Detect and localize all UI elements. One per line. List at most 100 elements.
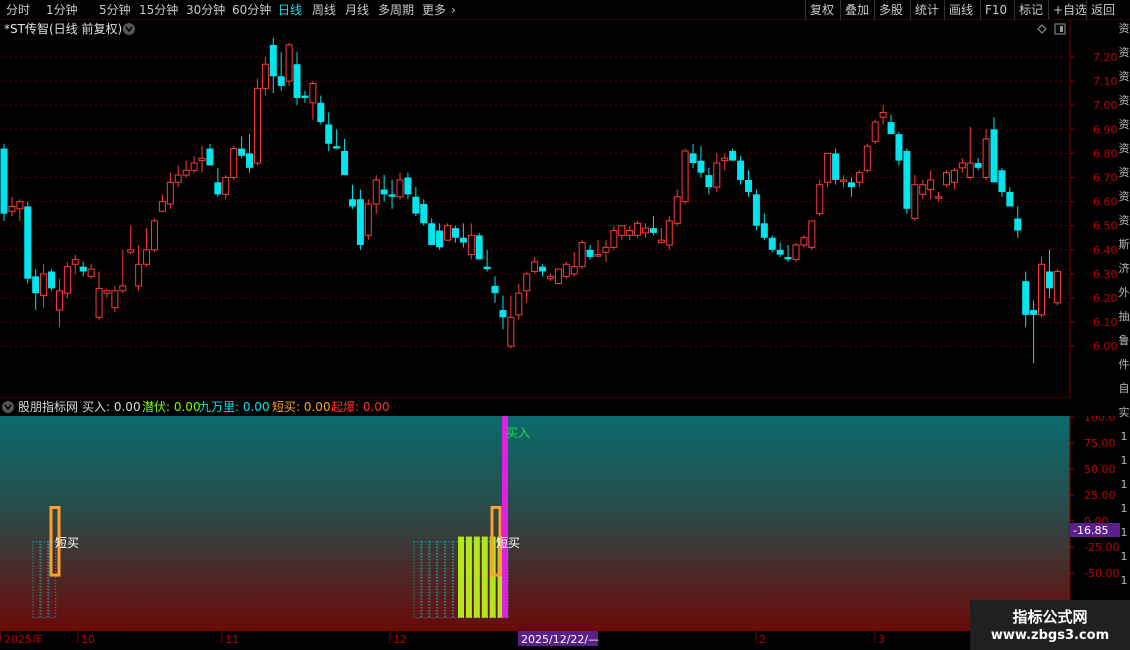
candle[interactable] — [903, 148, 911, 214]
side-strip-char: 资 — [1118, 190, 1130, 203]
candle[interactable] — [253, 78, 261, 166]
candle[interactable] — [634, 220, 642, 238]
chevron-right-icon[interactable]: › — [451, 2, 456, 18]
draw-line-button[interactable]: 画线 — [944, 0, 977, 20]
f10-button[interactable]: F10 — [980, 0, 1011, 20]
candle-body — [333, 146, 341, 149]
multi-stock-button[interactable]: 多股 — [874, 0, 907, 20]
candlestick-chart[interactable]: 7.20 7.10 7.00 6.90 6.80 6.70 6.60 6.50 6.40 6.30… — [0, 20, 1130, 397]
candle[interactable] — [230, 146, 238, 180]
candle-body — [222, 177, 230, 195]
side-strip-char: 1 — [1120, 574, 1128, 587]
side-strip-char: 鲁 — [1118, 334, 1130, 347]
candle-body — [673, 196, 681, 224]
period-tab-5min[interactable]: 5分钟 — [99, 2, 131, 18]
candle[interactable] — [24, 201, 32, 284]
side-strip-char: 1 — [1120, 550, 1128, 563]
candle[interactable] — [816, 179, 824, 217]
candle[interactable] — [562, 261, 570, 279]
candle[interactable] — [48, 269, 56, 291]
candle-body — [475, 235, 483, 260]
date-axis: 2025年 10 11 12 2025/12/22/— 2 3 — [0, 630, 1130, 650]
candle[interactable] — [752, 189, 760, 231]
candle[interactable] — [768, 235, 776, 253]
date-label-nov: 11 — [225, 633, 239, 646]
candle-body — [776, 249, 784, 255]
candle[interactable] — [824, 152, 832, 188]
period-tab-multi[interactable]: 多周期 — [378, 2, 414, 18]
candle-body — [634, 222, 642, 236]
candle-body — [166, 181, 174, 205]
candle[interactable] — [808, 220, 816, 250]
candle-body — [570, 266, 578, 275]
candle-body — [768, 237, 776, 250]
candle[interactable] — [792, 242, 800, 262]
period-tab-60min[interactable]: 60分钟 — [232, 2, 271, 18]
candle-body — [602, 246, 610, 253]
candle-body — [95, 287, 103, 318]
candle-body — [1014, 218, 1022, 231]
candle-body — [119, 285, 127, 292]
price-tick-label: 7.20 — [1093, 51, 1118, 64]
candle[interactable] — [863, 143, 871, 173]
indicator-dropdown-icon[interactable] — [2, 401, 14, 413]
candle-body — [847, 182, 855, 188]
price-tick-label: 7.00 — [1093, 99, 1118, 112]
candle-body — [1022, 281, 1030, 315]
candle[interactable] — [578, 240, 586, 270]
candle-body — [143, 249, 151, 265]
title-dropdown-icon[interactable] — [123, 23, 135, 35]
candle[interactable] — [0, 143, 8, 221]
side-strip-char: 资 — [1118, 214, 1130, 227]
period-tab-fenshi[interactable]: 分时 — [6, 2, 30, 18]
side-strip-char: 抽 — [1118, 310, 1130, 323]
period-tab-15min[interactable]: 15分钟 — [139, 2, 178, 18]
candle[interactable] — [871, 119, 879, 144]
watermark-title: 指标公式网 — [1012, 608, 1088, 626]
candle-body — [737, 160, 745, 180]
candle[interactable] — [475, 232, 483, 260]
period-tab-daily[interactable]: 日线 — [278, 2, 302, 18]
candle[interactable] — [150, 218, 158, 253]
candle[interactable] — [364, 199, 372, 241]
period-tab-more[interactable]: 更多 — [422, 2, 446, 18]
candle[interactable] — [1038, 257, 1046, 318]
candle[interactable] — [942, 170, 950, 188]
candle-body — [871, 121, 879, 142]
candle-body — [246, 153, 254, 168]
candle-body — [499, 310, 507, 318]
indicator-panel[interactable]: 100.0 75.00 50.00 25.00 0.00 -25.00 -50.00 -16… — [0, 411, 1130, 630]
candle-body — [586, 249, 594, 258]
candle[interactable] — [681, 148, 689, 205]
candle[interactable] — [895, 131, 903, 166]
period-tab-1min[interactable]: 1分钟 — [46, 2, 78, 18]
candle-body — [523, 273, 531, 292]
candle[interactable] — [1053, 269, 1061, 306]
candle-body — [713, 162, 721, 188]
candle[interactable] — [832, 148, 840, 185]
candle[interactable] — [665, 216, 673, 250]
period-tab-30min[interactable]: 30分钟 — [186, 2, 225, 18]
candle[interactable] — [444, 223, 452, 241]
candle-body — [190, 162, 198, 171]
indicator-chart[interactable]: 100.075.0050.0025.000.00-25.00-50.00 -16… — [0, 411, 1130, 630]
side-strip-char: 1 — [1120, 502, 1128, 515]
candle-body — [1006, 191, 1014, 207]
candle[interactable] — [63, 261, 71, 298]
add-watchlist-button[interactable]: +自选 — [1048, 0, 1091, 20]
candle[interactable] — [554, 268, 562, 285]
restore-rights-button[interactable]: 复权 — [805, 0, 838, 20]
legend-latent: 潜伏: 0.00 — [142, 400, 201, 414]
candlestick-panel[interactable]: 7.20 7.10 7.00 6.90 6.80 6.70 6.60 6.50 6.40 6.30… — [0, 20, 1130, 397]
candle-body — [404, 177, 412, 195]
mark-button[interactable]: 标记 — [1014, 0, 1047, 20]
statistics-button[interactable]: 统计 — [910, 0, 943, 20]
period-tab-monthly[interactable]: 月线 — [345, 2, 369, 18]
price-tick-label: 6.20 — [1093, 292, 1118, 305]
side-strip-char: 资 — [1118, 142, 1130, 155]
period-tab-weekly[interactable]: 周线 — [312, 2, 336, 18]
overlay-button[interactable]: 叠加 — [840, 0, 873, 20]
candle[interactable] — [285, 42, 293, 86]
back-button[interactable]: 返回 — [1086, 0, 1119, 20]
indicator-background — [0, 416, 1070, 630]
